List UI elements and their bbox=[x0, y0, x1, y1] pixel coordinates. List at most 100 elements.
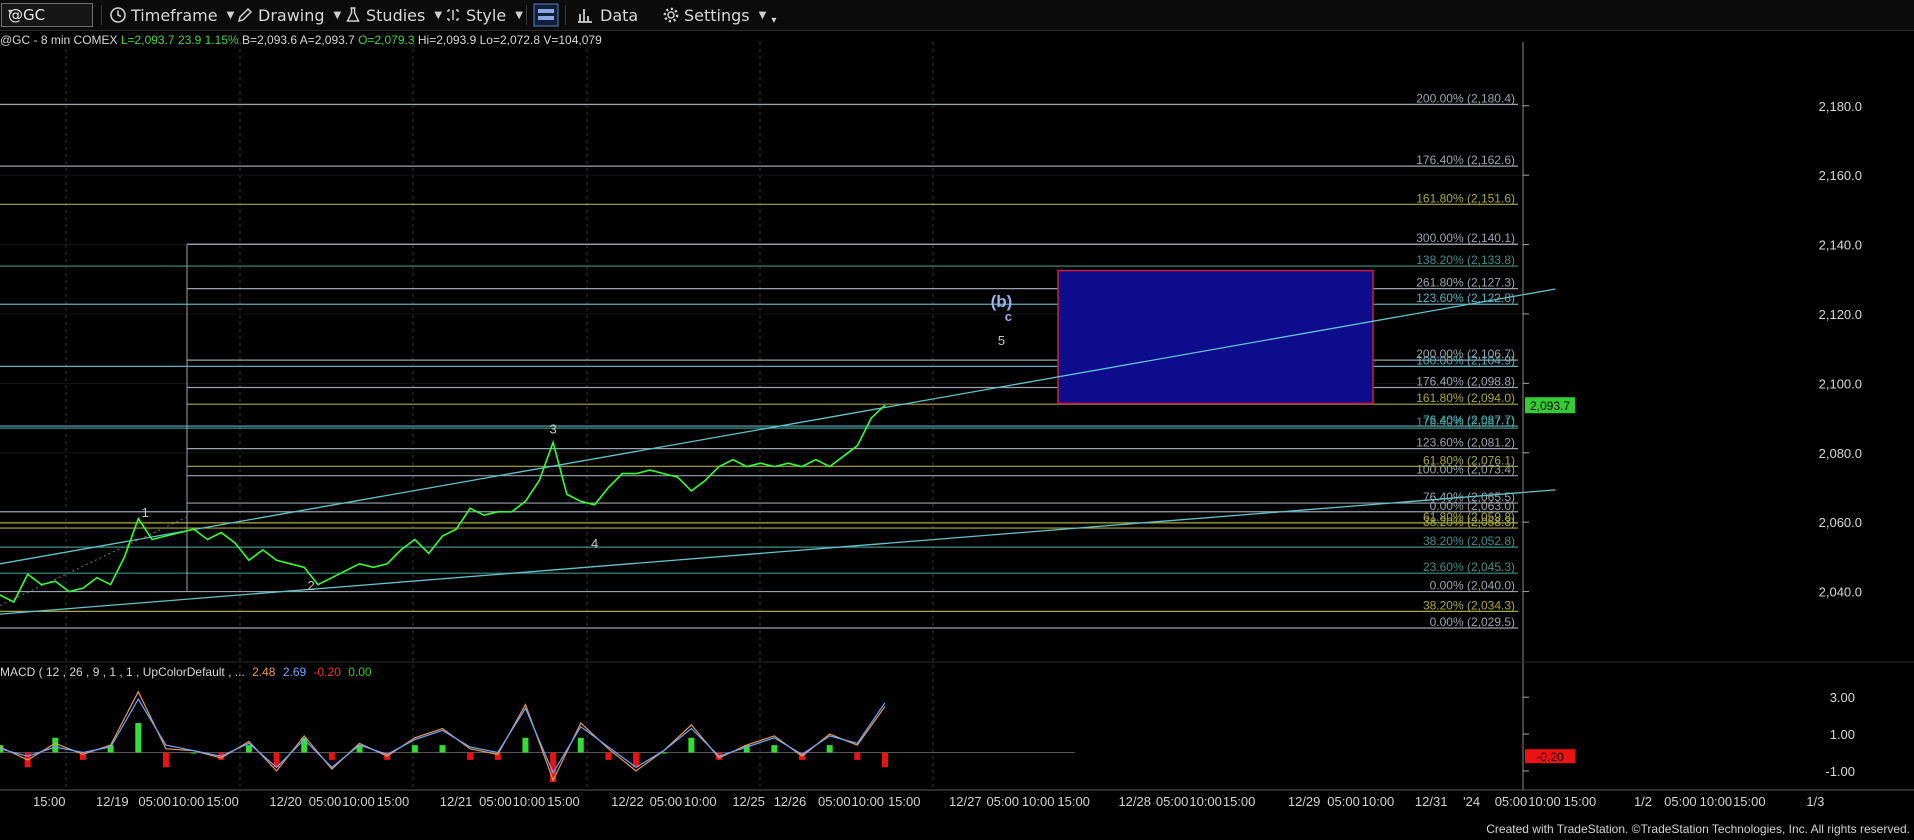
macd-histogram-bar bbox=[577, 737, 584, 753]
x-tick-label: 12/28 bbox=[1118, 794, 1151, 809]
fib-level-label: 161.80% (2,094.0) bbox=[1416, 391, 1515, 405]
x-tick-label: 05:00 bbox=[479, 794, 512, 809]
footer-copyright: Created with TradeStation. ©TradeStation… bbox=[1486, 822, 1910, 836]
fib-level-label: 123.60% (2,081.2) bbox=[1416, 436, 1515, 450]
x-tick-label: 05:00 bbox=[650, 794, 683, 809]
price-chart[interactable]: 200.00% (2,180.4) 176.40% (2,162.6) 161.80… bbox=[0, 0, 1914, 840]
macd-histogram-bar bbox=[605, 752, 612, 760]
macd-hist-value: -0.20 bbox=[313, 665, 341, 679]
x-tick-label: 10:00 bbox=[513, 794, 546, 809]
macd-value: 2.48 bbox=[252, 665, 276, 679]
y-tick-label: 2,140.0 bbox=[1819, 238, 1862, 253]
fib-level-label: 138.20% (2,133.8) bbox=[1416, 253, 1515, 267]
x-tick-label: 05:00 bbox=[1327, 794, 1360, 809]
fib-level-label: 38.20% (2,052.8) bbox=[1423, 534, 1515, 548]
x-tick-label: 10:00 bbox=[342, 794, 375, 809]
macd-y-tick-label: 3.00 bbox=[1830, 690, 1855, 705]
y-tick-label: 2,120.0 bbox=[1819, 307, 1862, 322]
macd-histogram-bar bbox=[162, 752, 169, 768]
x-tick-label: 10:00 bbox=[1700, 794, 1733, 809]
macd-histogram-bar bbox=[467, 752, 474, 760]
fib-level-label: 38.20% (2,034.3) bbox=[1423, 598, 1515, 612]
x-tick-label: 12/29 bbox=[1288, 794, 1321, 809]
x-tick-label: 05:00 bbox=[309, 794, 342, 809]
fib-level-label: 261.80% (2,127.3) bbox=[1416, 276, 1515, 290]
macd-histogram-bar bbox=[826, 745, 833, 753]
macd-histogram-bar bbox=[522, 737, 529, 753]
macd-histogram-bar bbox=[771, 745, 778, 753]
macd-y-tick-label: -1.00 bbox=[1825, 764, 1855, 779]
macd-last-value-label: -0.20 bbox=[1536, 750, 1564, 764]
x-tick-label: 1/2 bbox=[1634, 794, 1652, 809]
fib-level-label: 161.80% (2,151.6) bbox=[1416, 191, 1515, 205]
wave-label: 2 bbox=[308, 578, 315, 593]
y-tick-label: 2,160.0 bbox=[1819, 168, 1862, 183]
target-zone bbox=[1057, 269, 1374, 405]
x-tick-label: 05:00 bbox=[138, 794, 171, 809]
wave-label: 1 bbox=[142, 505, 149, 520]
wave-label: 5 bbox=[998, 333, 1005, 348]
x-tick-label: 15:00 bbox=[547, 794, 580, 809]
macd-legend-label: MACD ( 12 , 26 , 9 , 1 , 1 , UpColorDefa… bbox=[0, 665, 245, 679]
y-tick-label: 2,040.0 bbox=[1819, 585, 1862, 600]
fib-level-label: 300.00% (2,140.1) bbox=[1416, 231, 1515, 245]
target-zone-box bbox=[1057, 269, 1374, 405]
x-tick-label: 12/20 bbox=[269, 794, 302, 809]
wave-label: 3 bbox=[549, 422, 556, 437]
macd-signal-value: 2.69 bbox=[282, 665, 307, 679]
wave-label: 4 bbox=[591, 536, 598, 551]
x-tick-label: 05:00 bbox=[1495, 794, 1528, 809]
fib-level-label: 100.00% (2,073.4) bbox=[1416, 463, 1515, 477]
x-tick-label: 15:00 bbox=[377, 794, 410, 809]
x-tick-label: 10:00 bbox=[1022, 794, 1055, 809]
macd-panel bbox=[0, 690, 1075, 782]
y-tick-label: 2,180.0 bbox=[1819, 99, 1862, 114]
x-tick-label: 10:00 bbox=[1362, 794, 1395, 809]
macd-zero-value: 0.00 bbox=[348, 665, 372, 679]
last-price-label: 2,093.7 bbox=[1530, 399, 1570, 413]
fib-level-label: 23.60% (2,045.3) bbox=[1423, 560, 1515, 574]
y-tick-label: 2,100.0 bbox=[1819, 376, 1862, 391]
x-tick-label: 10:00 bbox=[1189, 794, 1222, 809]
x-tick-label: 12/19 bbox=[96, 794, 129, 809]
macd-histogram-bar bbox=[439, 745, 446, 753]
x-tick-label: 05:00 bbox=[818, 794, 851, 809]
x-tick-label: 05:00 bbox=[1664, 794, 1697, 809]
x-tick-label: 15:00 bbox=[206, 794, 239, 809]
x-tick-label: 15:00 bbox=[1223, 794, 1256, 809]
x-tick-label: '24 bbox=[1463, 794, 1480, 809]
macd-histogram-bar bbox=[881, 752, 888, 768]
x-tick-label: 15:00 bbox=[1057, 794, 1090, 809]
x-tick-label: 10:00 bbox=[1528, 794, 1561, 809]
x-tick-label: 10:00 bbox=[172, 794, 205, 809]
x-tick-label: 12/22 bbox=[611, 794, 644, 809]
x-tick-label: 10:00 bbox=[684, 794, 717, 809]
macd-histogram-bar bbox=[190, 752, 197, 754]
x-tick-label: 12/31 bbox=[1415, 794, 1448, 809]
x-tick-label: 05:00 bbox=[986, 794, 1019, 809]
x-tick-label: 12/26 bbox=[774, 794, 807, 809]
fib-level-label: 176.40% (2,098.8) bbox=[1416, 375, 1515, 389]
macd-histogram-bar bbox=[135, 723, 142, 753]
fib-level-label: 176.40% (2,087.1) bbox=[1416, 415, 1515, 429]
fib-level-label: 200.00% (2,180.4) bbox=[1416, 91, 1515, 105]
macd-histogram-bar bbox=[688, 737, 695, 753]
y-tick-label: 2,080.0 bbox=[1819, 446, 1862, 461]
macd-line bbox=[0, 690, 886, 782]
fib-level-label: 100.00% (2,104.9) bbox=[1416, 353, 1515, 367]
x-tick-label: 10:00 bbox=[852, 794, 885, 809]
fib-level-label: 0.00% (2,040.0) bbox=[1430, 579, 1515, 593]
x-tick-label: 1/3 bbox=[1806, 794, 1824, 809]
macd-y-tick-label: 1.00 bbox=[1830, 727, 1855, 742]
x-tick-label: 12/25 bbox=[732, 794, 765, 809]
macd-histogram-bar bbox=[854, 752, 861, 760]
x-tick-label: 05:00 bbox=[1156, 794, 1189, 809]
macd-legend: MACD ( 12 , 26 , 9 , 1 , 1 , UpColorDefa… bbox=[0, 665, 372, 679]
x-tick-label: 15:00 bbox=[1733, 794, 1766, 809]
wave-label: c bbox=[1005, 309, 1012, 324]
fib-level-label: 0.00% (2,029.5) bbox=[1430, 615, 1515, 629]
x-tick-label: 12/27 bbox=[949, 794, 982, 809]
macd-signal-line bbox=[0, 697, 886, 775]
x-tick-label: 15:00 bbox=[888, 794, 921, 809]
macd-histogram-bar bbox=[328, 752, 335, 760]
